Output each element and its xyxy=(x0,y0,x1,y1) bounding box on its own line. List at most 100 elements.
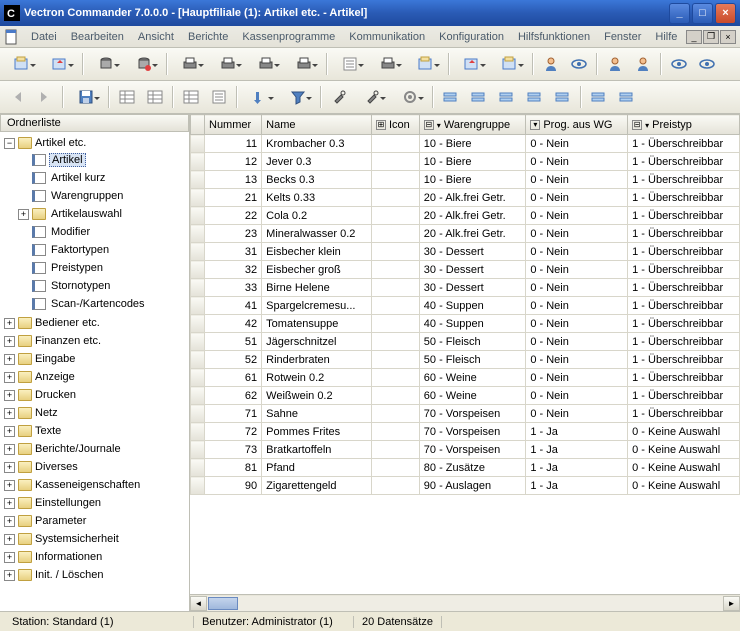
row-header[interactable] xyxy=(191,441,205,459)
register-down-btn[interactable] xyxy=(4,51,40,77)
cell-nummer[interactable]: 71 xyxy=(205,405,262,423)
cell-preistyp[interactable]: 1 - Überschreibbar xyxy=(628,315,740,333)
cell-preistyp[interactable]: 1 - Überschreibbar xyxy=(628,153,740,171)
user-add-btn[interactable] xyxy=(602,51,628,77)
watch-btn[interactable] xyxy=(694,51,720,77)
cell-icon[interactable] xyxy=(371,279,419,297)
row-header[interactable] xyxy=(191,243,205,261)
table-row[interactable]: 42Tomatensuppe40 - Suppen0 - Nein1 - Übe… xyxy=(191,315,740,333)
menu-konfiguration[interactable]: Konfiguration xyxy=(432,29,511,45)
cell-nummer[interactable]: 21 xyxy=(205,189,262,207)
gear-btn[interactable] xyxy=(392,84,428,110)
cell-name[interactable]: Bratkartoffeln xyxy=(262,441,372,459)
cell-prog[interactable]: 0 - Nein xyxy=(526,315,628,333)
cell-warengruppe[interactable]: 90 - Auslagen xyxy=(419,477,526,495)
cell-preistyp[interactable]: 0 - Keine Auswahl xyxy=(628,459,740,477)
expand-icon[interactable]: + xyxy=(4,426,15,437)
row-header[interactable] xyxy=(191,333,205,351)
row-header[interactable] xyxy=(191,297,205,315)
row-header[interactable] xyxy=(191,225,205,243)
table-row[interactable]: 22Cola 0.220 - Alk.frei Getr.0 - Nein1 -… xyxy=(191,207,740,225)
cell-preistyp[interactable]: 0 - Keine Auswahl xyxy=(628,423,740,441)
cell-prog[interactable]: 0 - Nein xyxy=(526,207,628,225)
cell-icon[interactable] xyxy=(371,225,419,243)
tree-item[interactable]: +Finanzen etc. xyxy=(4,333,187,349)
column-icon[interactable]: ⊟ xyxy=(424,120,434,130)
cell-preistyp[interactable]: 0 - Keine Auswahl xyxy=(628,477,740,495)
doc-view-btn[interactable] xyxy=(332,51,368,77)
cell-prog[interactable]: 0 - Nein xyxy=(526,171,628,189)
col-header-progauswg[interactable]: ▾Prog. aus WG xyxy=(526,115,628,135)
cell-icon[interactable] xyxy=(371,189,419,207)
cell-name[interactable]: Pfand xyxy=(262,459,372,477)
cell-prog[interactable]: 0 - Nein xyxy=(526,189,628,207)
cell-icon[interactable] xyxy=(371,333,419,351)
cell-prog[interactable]: 1 - Ja xyxy=(526,441,628,459)
paste-btn[interactable] xyxy=(142,84,168,110)
cell-prog[interactable]: 1 - Ja xyxy=(526,477,628,495)
cell-warengruppe[interactable]: 20 - Alk.frei Getr. xyxy=(419,207,526,225)
cell-nummer[interactable]: 52 xyxy=(205,351,262,369)
cell-nummer[interactable]: 81 xyxy=(205,459,262,477)
cell-name[interactable]: Pommes Frites xyxy=(262,423,372,441)
cell-warengruppe[interactable]: 20 - Alk.frei Getr. xyxy=(419,189,526,207)
cell-nummer[interactable]: 33 xyxy=(205,279,262,297)
tree-item[interactable]: +Parameter xyxy=(4,513,187,529)
tree-item[interactable]: +Anzeige xyxy=(4,369,187,385)
cell-warengruppe[interactable]: 80 - Zusätze xyxy=(419,459,526,477)
cell-warengruppe[interactable]: 70 - Vorspeisen xyxy=(419,441,526,459)
row-header[interactable] xyxy=(191,189,205,207)
tree-item[interactable]: Warengruppen xyxy=(4,188,187,204)
table-row[interactable]: 73Bratkartoffeln70 - Vorspeisen1 - Ja0 -… xyxy=(191,441,740,459)
cell-nummer[interactable]: 42 xyxy=(205,315,262,333)
cell-nummer[interactable]: 12 xyxy=(205,153,262,171)
cell-prog[interactable]: 0 - Nein xyxy=(526,243,628,261)
menu-kommunikation[interactable]: Kommunikation xyxy=(342,29,432,45)
cell-nummer[interactable]: 72 xyxy=(205,423,262,441)
expand-icon[interactable]: + xyxy=(4,552,15,563)
cell-warengruppe[interactable]: 30 - Dessert xyxy=(419,261,526,279)
cell-name[interactable]: Krombacher 0.3 xyxy=(262,135,372,153)
list-view-btn[interactable] xyxy=(206,84,232,110)
cell-warengruppe[interactable]: 70 - Vorspeisen xyxy=(419,423,526,441)
send-up-btn[interactable] xyxy=(492,51,528,77)
cell-warengruppe[interactable]: 10 - Biere xyxy=(419,153,526,171)
nav-prev-btn[interactable] xyxy=(4,84,30,110)
cell-nummer[interactable]: 23 xyxy=(205,225,262,243)
cell-icon[interactable] xyxy=(371,207,419,225)
tree-item[interactable]: +Artikelauswahl xyxy=(4,206,187,222)
tree-item[interactable]: Stornotypen xyxy=(4,278,187,294)
mdi-restore-button[interactable]: ❐ xyxy=(703,30,719,44)
cell-icon[interactable] xyxy=(371,135,419,153)
copy-btn[interactable] xyxy=(114,84,140,110)
cell-preistyp[interactable]: 1 - Überschreibbar xyxy=(628,405,740,423)
menu-hilfsfunktionen[interactable]: Hilfsfunktionen xyxy=(511,29,597,45)
column-icon[interactable]: ⊟ xyxy=(632,120,642,130)
expand-icon[interactable]: + xyxy=(4,444,15,455)
cell-preistyp[interactable]: 1 - Überschreibbar xyxy=(628,351,740,369)
print-down-btn[interactable] xyxy=(172,51,208,77)
row-header[interactable] xyxy=(191,207,205,225)
expand-icon[interactable]: + xyxy=(4,354,15,365)
cell-icon[interactable] xyxy=(371,459,419,477)
cell-preistyp[interactable]: 0 - Keine Auswahl xyxy=(628,441,740,459)
menu-ansicht[interactable]: Ansicht xyxy=(131,29,181,45)
cell-icon[interactable] xyxy=(371,243,419,261)
table-row[interactable]: 90Zigarettengeld90 - Auslagen1 - Ja0 - K… xyxy=(191,477,740,495)
sort-btn[interactable] xyxy=(242,84,278,110)
col-header-name[interactable]: Name xyxy=(262,115,372,135)
row-clear-btn[interactable] xyxy=(550,84,576,110)
row-ins-btn[interactable] xyxy=(466,84,492,110)
table-row[interactable]: 23Mineralwasser 0.220 - Alk.frei Getr.0 … xyxy=(191,225,740,243)
row-header[interactable] xyxy=(191,387,205,405)
cell-preistyp[interactable]: 1 - Überschreibbar xyxy=(628,171,740,189)
cell-icon[interactable] xyxy=(371,171,419,189)
col-header-warengruppe[interactable]: ⊟▾ Warengruppe xyxy=(419,115,526,135)
cell-nummer[interactable]: 32 xyxy=(205,261,262,279)
cell-preistyp[interactable]: 1 - Überschreibbar xyxy=(628,279,740,297)
cell-warengruppe[interactable]: 30 - Dessert xyxy=(419,243,526,261)
cell-icon[interactable] xyxy=(371,261,419,279)
register-up-btn[interactable] xyxy=(42,51,78,77)
mdi-close-button[interactable]: × xyxy=(720,30,736,44)
cell-nummer[interactable]: 11 xyxy=(205,135,262,153)
